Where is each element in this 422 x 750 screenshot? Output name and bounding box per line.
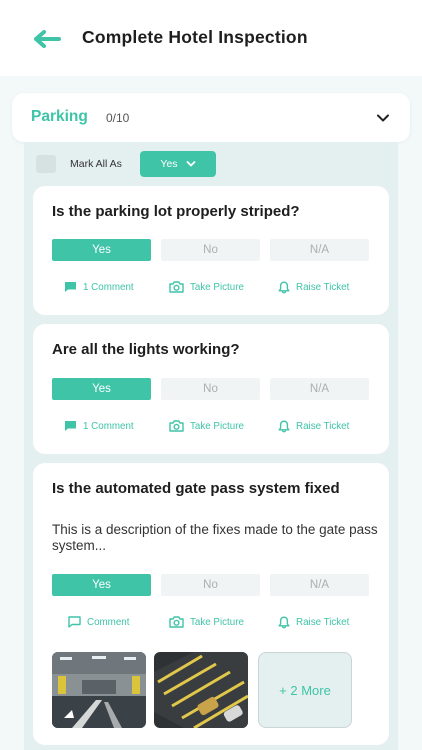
option-no-button[interactable]: No	[161, 378, 260, 400]
take-picture-button[interactable]: Take Picture	[169, 614, 244, 630]
camera-icon	[169, 281, 184, 293]
bell-icon	[278, 420, 290, 432]
raise-ticket-button[interactable]: Raise Ticket	[278, 614, 349, 630]
bell-icon	[278, 616, 290, 628]
raise-ticket-button[interactable]: Raise Ticket	[278, 418, 349, 434]
option-na-button[interactable]: N/A	[270, 378, 369, 400]
raise-ticket-label: Raise Ticket	[296, 616, 350, 628]
option-yes-button[interactable]: Yes	[52, 239, 151, 261]
question-card: Are all the lights working? Yes No N/A 1…	[33, 324, 389, 454]
comment-icon	[65, 282, 76, 292]
mark-all-value: Yes	[160, 158, 178, 170]
comment-button[interactable]: 1 Comment	[64, 279, 134, 295]
raise-ticket-label: Raise Ticket	[296, 420, 350, 432]
camera-icon	[169, 420, 184, 432]
take-picture-label: Take Picture	[190, 281, 244, 293]
option-yes-button[interactable]: Yes	[52, 378, 151, 400]
parking-garage-photo	[52, 652, 146, 728]
question-title: Is the automated gate pass system fixed	[52, 480, 340, 497]
parking-lot-photo	[154, 652, 248, 728]
option-no-button[interactable]: No	[161, 574, 260, 596]
take-picture-label: Take Picture	[190, 616, 244, 628]
comment-button[interactable]: Comment	[68, 614, 129, 630]
mark-all-dropdown[interactable]: Yes	[140, 151, 216, 177]
take-picture-button[interactable]: Take Picture	[169, 418, 244, 434]
back-button[interactable]	[30, 26, 64, 52]
mark-all-row: Mark All As Yes	[36, 151, 336, 177]
option-no-button[interactable]: No	[161, 239, 260, 261]
page-title: Complete Hotel Inspection	[82, 27, 308, 47]
photo-thumbnail[interactable]	[52, 652, 146, 728]
question-card: Is the automated gate pass system fixed …	[33, 463, 389, 745]
bell-icon	[278, 281, 290, 293]
comment-icon	[65, 421, 76, 431]
comment-icon	[68, 616, 81, 628]
take-picture-label: Take Picture	[190, 420, 244, 432]
raise-ticket-button[interactable]: Raise Ticket	[278, 279, 349, 295]
mark-all-label: Mark All As	[70, 158, 122, 170]
mark-all-checkbox[interactable]	[36, 155, 56, 173]
comment-button[interactable]: 1 Comment	[64, 418, 134, 434]
comment-label: 1 Comment	[83, 420, 134, 432]
more-photos-button[interactable]: + 2 More	[258, 652, 352, 728]
question-card: Is the parking lot properly striped? Yes…	[33, 186, 389, 315]
option-na-button[interactable]: N/A	[270, 574, 369, 596]
section-header-parking[interactable]: Parking 0/10	[12, 93, 410, 142]
comment-label: 1 Comment	[83, 281, 134, 293]
take-picture-button[interactable]: Take Picture	[169, 279, 244, 295]
chevron-down-icon[interactable]	[376, 111, 390, 125]
comment-label: Comment	[87, 616, 130, 628]
raise-ticket-label: Raise Ticket	[296, 281, 350, 293]
top-bar: Complete Hotel Inspection	[0, 0, 422, 76]
section-progress-count: 0/10	[106, 111, 130, 125]
camera-icon	[169, 616, 184, 628]
question-description: This is a description of the fixes made …	[52, 522, 378, 553]
question-title: Is the parking lot properly striped?	[52, 203, 300, 220]
option-yes-button[interactable]: Yes	[52, 574, 151, 596]
section-title: Parking	[31, 108, 88, 125]
question-title: Are all the lights working?	[52, 341, 240, 358]
chevron-down-icon	[186, 161, 195, 167]
option-na-button[interactable]: N/A	[270, 239, 369, 261]
photo-thumbnail[interactable]	[154, 652, 248, 728]
arrow-left-icon	[34, 30, 61, 48]
